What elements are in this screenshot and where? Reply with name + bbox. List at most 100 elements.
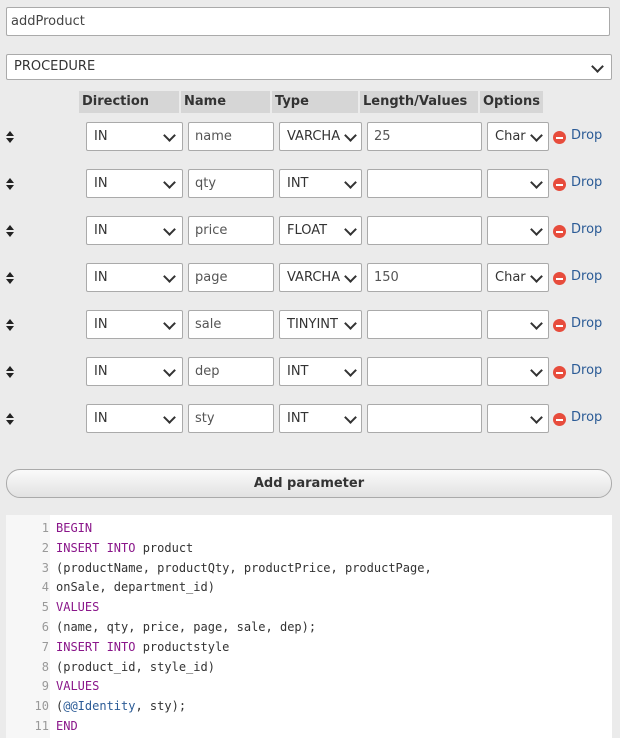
param-type-select[interactable]: VARCHA (279, 122, 362, 151)
line-number: 11 (34, 719, 49, 733)
drop-link[interactable]: Drop (571, 222, 602, 237)
add-parameter-button[interactable]: Add parameter (6, 469, 612, 498)
param-name-input[interactable]: price (188, 216, 274, 245)
drop-link[interactable]: Drop (571, 363, 602, 378)
param-length-input[interactable]: 25 (367, 122, 482, 151)
param-type-select[interactable]: INT (279, 357, 362, 386)
param-length-input[interactable] (367, 169, 482, 198)
chevron-down-icon (163, 176, 176, 189)
drag-handle-icon[interactable] (6, 131, 14, 145)
param-length-input[interactable] (367, 357, 482, 386)
routine-type-select[interactable]: PROCEDURE (6, 54, 612, 80)
param-name-input[interactable]: sty (188, 404, 274, 433)
drag-handle-icon[interactable] (6, 178, 14, 192)
param-name-input[interactable]: dep (188, 357, 274, 386)
param-direction-select[interactable]: IN (86, 216, 183, 245)
line-number: 7 (41, 639, 49, 654)
drop-link[interactable]: Drop (571, 128, 602, 143)
param-options-select[interactable] (487, 357, 549, 386)
drag-handle-icon[interactable] (6, 272, 14, 286)
line-number: 10 (34, 699, 49, 714)
param-type-value: INT (287, 176, 309, 191)
code-token: @@Identity (63, 699, 136, 714)
param-name-input[interactable]: name (188, 122, 274, 151)
param-type-select[interactable]: VARCHA (279, 263, 362, 292)
routine-name-input[interactable]: addProduct (6, 7, 610, 36)
drag-handle-icon[interactable] (6, 413, 14, 427)
minus-circle-icon[interactable] (553, 178, 566, 191)
chevron-down-icon (163, 129, 176, 142)
param-name-input[interactable]: page (188, 263, 274, 292)
code-token: VALUES (56, 600, 100, 615)
drop-link[interactable]: Drop (571, 316, 602, 331)
chevron-down-icon (344, 317, 357, 330)
param-row: IN sty INT Drop (0, 396, 620, 443)
code-text: BEGIN (56, 518, 92, 538)
drag-handle-icon[interactable] (6, 319, 14, 333)
routine-type-value: PROCEDURE (14, 59, 96, 74)
drag-handle-icon[interactable] (6, 366, 14, 380)
header-type: Type (272, 91, 358, 113)
code-text: VALUES (56, 676, 99, 696)
param-name-input[interactable]: sale (188, 310, 274, 339)
param-options-select[interactable] (487, 310, 549, 339)
param-options-select[interactable] (487, 169, 549, 198)
code-editor[interactable]: 1 BEGIN 2 INSERT INTO product 3 (productName,… (6, 515, 612, 738)
code-text: (@@Identity, sty); (56, 696, 186, 716)
minus-circle-icon[interactable] (553, 319, 566, 332)
param-type-value: VARCHA (287, 129, 341, 144)
param-type-value: INT (287, 411, 309, 426)
chevron-down-icon (530, 176, 543, 189)
code-token: (product_id, style_id) (56, 659, 215, 674)
code-token: , sty); (135, 699, 187, 714)
param-direction-select[interactable]: IN (86, 263, 183, 292)
drag-handle-icon[interactable] (6, 225, 14, 239)
drop-link[interactable]: Drop (571, 175, 602, 190)
param-length-input[interactable] (367, 404, 482, 433)
param-row: IN page VARCHA 150 Char Drop (0, 255, 620, 302)
param-direction-value: IN (94, 129, 108, 144)
line-number: 8 (41, 659, 49, 674)
param-length-input[interactable] (367, 310, 482, 339)
minus-circle-icon[interactable] (553, 413, 566, 426)
line-number: 3 (41, 560, 49, 575)
param-length-input[interactable]: 150 (367, 263, 482, 292)
param-options-select[interactable] (487, 216, 549, 245)
drop-link[interactable]: Drop (571, 269, 602, 284)
code-text: (name, qty, price, page, sale, dep); (56, 617, 316, 637)
code-token: INSERT INTO (56, 540, 136, 555)
chevron-down-icon (344, 223, 357, 236)
chevron-down-icon (163, 317, 176, 330)
minus-circle-icon[interactable] (553, 366, 566, 379)
code-token: productstyle (135, 639, 230, 654)
chevron-down-icon (163, 364, 176, 377)
minus-circle-icon[interactable] (553, 272, 566, 285)
param-type-select[interactable]: TINYINT (279, 310, 362, 339)
param-direction-select[interactable]: IN (86, 357, 183, 386)
param-direction-select[interactable]: IN (86, 404, 183, 433)
param-direction-value: IN (94, 317, 108, 332)
param-direction-select[interactable]: IN (86, 122, 183, 151)
param-direction-select[interactable]: IN (86, 310, 183, 339)
chevron-down-icon (344, 176, 357, 189)
param-options-select[interactable]: Char (487, 122, 549, 151)
param-type-select[interactable]: INT (279, 404, 362, 433)
param-name-input[interactable]: qty (188, 169, 274, 198)
param-type-select[interactable]: INT (279, 169, 362, 198)
code-text: VALUES (56, 597, 99, 617)
param-length-input[interactable] (367, 216, 482, 245)
minus-circle-icon[interactable] (553, 131, 566, 144)
line-number: 1 (41, 521, 49, 535)
param-options-select[interactable] (487, 404, 549, 433)
drop-link[interactable]: Drop (571, 410, 602, 425)
chevron-down-icon (530, 317, 543, 330)
param-type-select[interactable]: FLOAT (279, 216, 362, 245)
chevron-down-icon (344, 270, 357, 283)
param-direction-value: IN (94, 223, 108, 238)
param-direction-select[interactable]: IN (86, 169, 183, 198)
param-options-select[interactable]: Char (487, 263, 549, 292)
chevron-down-icon (344, 411, 357, 424)
chevron-down-icon (163, 270, 176, 283)
minus-circle-icon[interactable] (553, 225, 566, 238)
code-text: (productName, productQty, productPrice, … (56, 558, 432, 578)
